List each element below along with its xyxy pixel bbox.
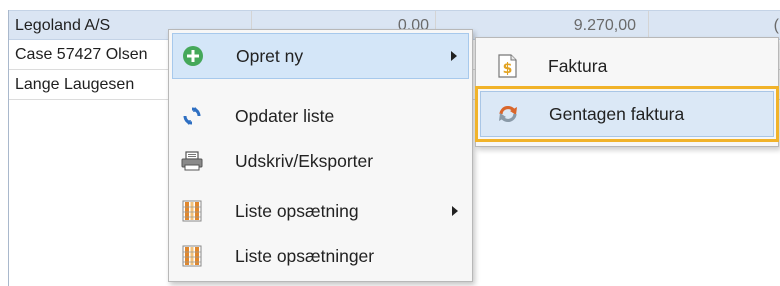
submenu-item-faktura[interactable]: $ Faktura — [480, 43, 774, 89]
menu-item-udskriv-eksporter[interactable]: Udskriv/Eksporter — [172, 138, 469, 184]
recurring-icon — [496, 102, 520, 126]
refresh-icon — [181, 105, 203, 127]
menu-item-label: Liste opsætning — [235, 200, 359, 221]
amount-cell: ( — [773, 17, 779, 34]
submenu-item-label: Faktura — [548, 55, 608, 76]
menu-item-label: Opret ny — [236, 45, 304, 66]
menu-item-opret-ny[interactable]: Opret ny — [172, 33, 469, 79]
submenu-item-label: Gentagen faktura — [549, 103, 685, 124]
submenu-item-gentagen-faktura[interactable]: Gentagen faktura — [475, 86, 779, 142]
menu-item-label: Opdater liste — [235, 105, 335, 126]
submenu-arrow-icon — [451, 51, 457, 61]
menu-item-liste-opsaetning[interactable]: Liste opsætning — [172, 188, 469, 234]
menu-item-liste-opsaetninger[interactable]: Liste opsætninger — [172, 233, 469, 279]
columns-icon — [181, 245, 203, 267]
context-menu: Opret ny Opdater liste Udskriv/Eksporter — [168, 29, 473, 282]
printer-icon — [181, 150, 203, 172]
opret-ny-submenu: $ Faktura Gentagen faktura — [475, 37, 779, 147]
svg-text:$: $ — [503, 61, 513, 77]
menu-item-label: Udskriv/Eksporter — [235, 150, 374, 171]
menu-item-label: Liste opsætninger — [235, 245, 375, 266]
menu-item-opdater-liste[interactable]: Opdater liste — [172, 93, 469, 139]
submenu-arrow-icon — [452, 206, 458, 216]
columns-icon — [181, 200, 203, 222]
add-circle-icon — [182, 45, 204, 67]
invoice-icon: $ — [495, 54, 519, 78]
